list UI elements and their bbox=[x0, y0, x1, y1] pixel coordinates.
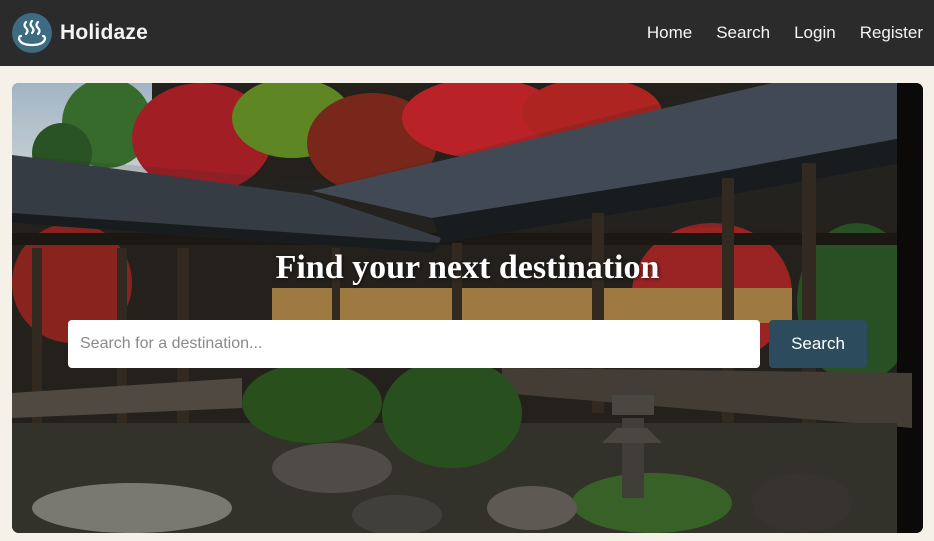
nav-links: Home Search Login Register bbox=[623, 23, 923, 43]
nav-home-link[interactable]: Home bbox=[647, 23, 692, 43]
hero-section: Find your next destination Search bbox=[12, 83, 923, 533]
search-button[interactable]: Search bbox=[769, 320, 867, 368]
nav-register-link[interactable]: Register bbox=[860, 23, 923, 43]
brand-name: Holidaze bbox=[60, 21, 148, 44]
nav-search-link[interactable]: Search bbox=[716, 23, 770, 43]
brand-home-link[interactable]: Holidaze bbox=[12, 13, 148, 53]
hero-title: Find your next destination bbox=[275, 249, 660, 286]
navbar: Holidaze Home Search Login Register bbox=[0, 0, 934, 66]
hero-background-image bbox=[12, 83, 923, 533]
destination-search-input[interactable] bbox=[68, 320, 760, 368]
hot-spring-icon bbox=[12, 13, 52, 53]
nav-login-link[interactable]: Login bbox=[794, 23, 836, 43]
